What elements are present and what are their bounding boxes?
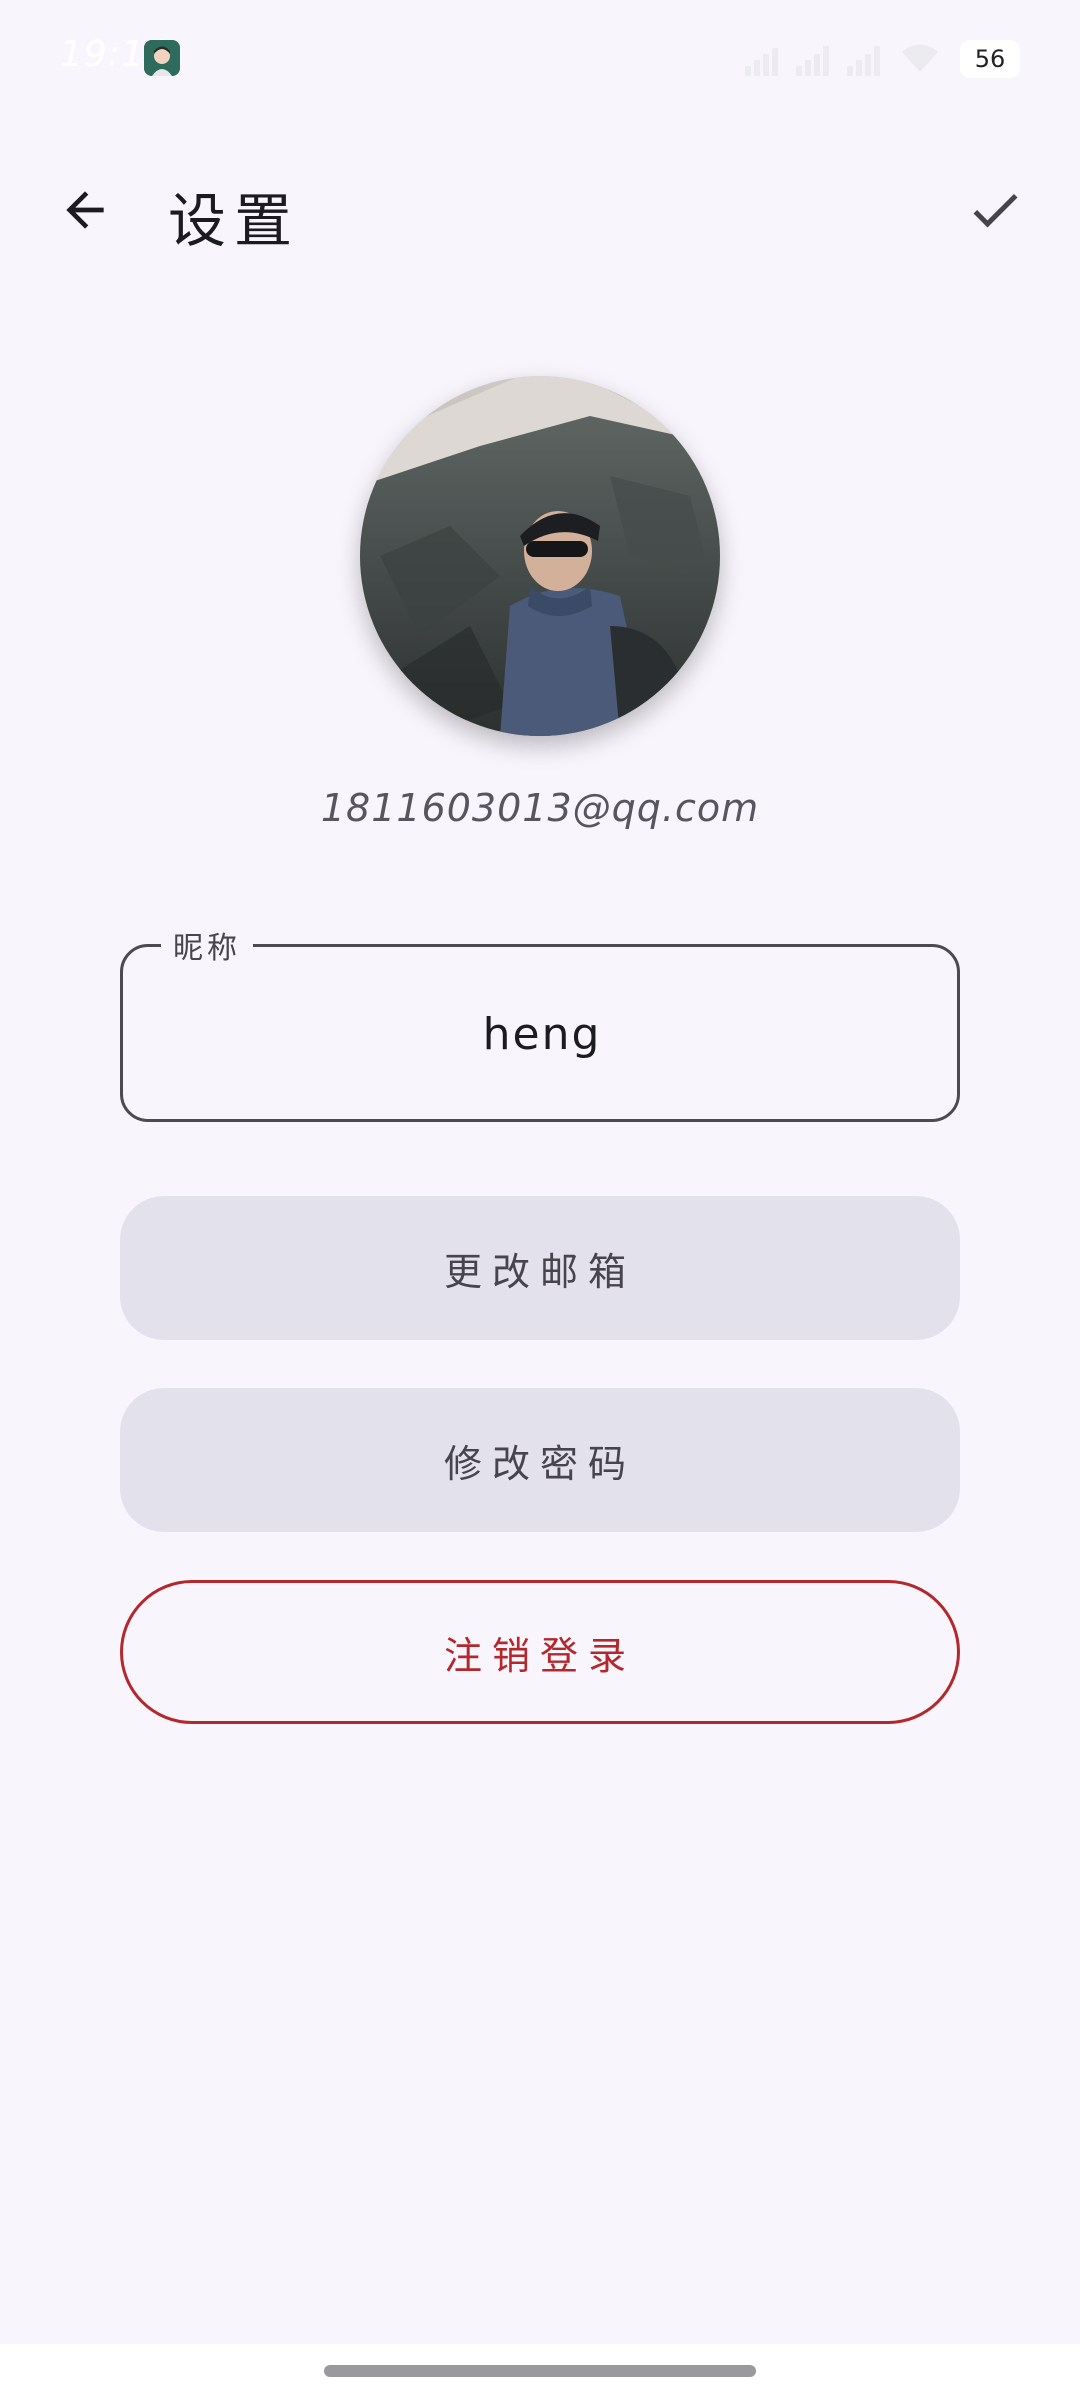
change-email-button[interactable]: 更改邮箱 xyxy=(120,1196,960,1340)
arrow-back-icon xyxy=(66,191,104,229)
back-button[interactable] xyxy=(40,170,130,250)
signal-icon xyxy=(796,42,829,76)
user-email: 1811603013@qq.com xyxy=(320,786,760,830)
check-icon xyxy=(973,193,1018,228)
nickname-input[interactable] xyxy=(123,947,961,1121)
logout-button[interactable]: 注销登录 xyxy=(120,1580,960,1724)
confirm-button[interactable] xyxy=(950,170,1040,250)
hd-signal-icon xyxy=(745,42,778,76)
avatar[interactable] xyxy=(360,376,720,736)
wifi-icon xyxy=(898,40,942,78)
app-bar: 设置 xyxy=(0,150,1080,270)
status-icons: 56 xyxy=(745,34,1020,84)
signal-icon xyxy=(847,42,880,76)
page-title: 设置 xyxy=(168,187,301,255)
avatar-app-icon xyxy=(144,40,180,76)
home-indicator[interactable] xyxy=(324,2365,756,2377)
change-password-button[interactable]: 修改密码 xyxy=(120,1388,960,1532)
status-bar: 19:16 56 xyxy=(0,0,1080,120)
nickname-field: 昵称 xyxy=(120,923,961,1122)
profile-photo xyxy=(360,376,720,736)
battery-icon: 56 xyxy=(960,40,1020,78)
